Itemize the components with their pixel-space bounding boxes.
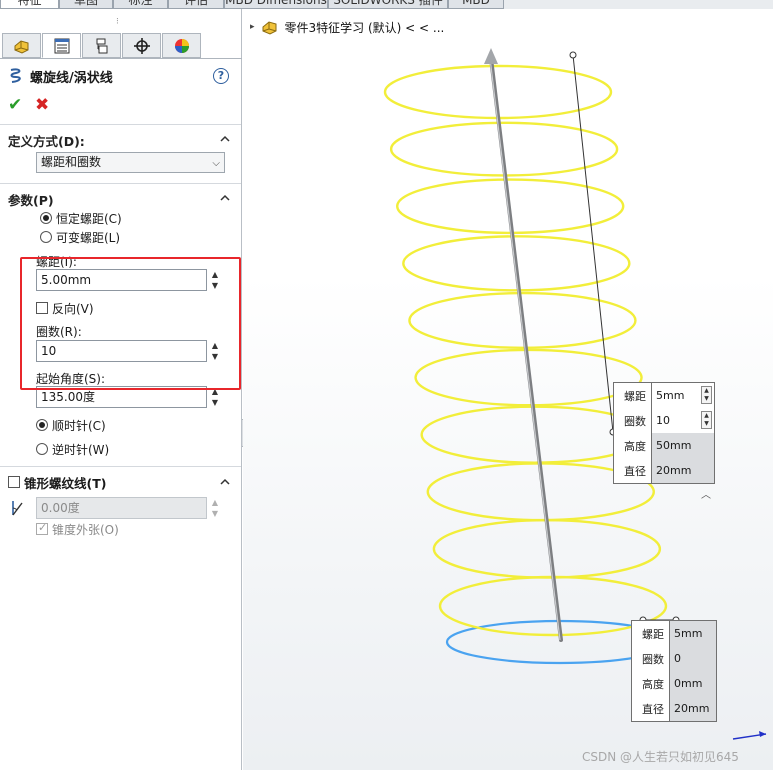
part-name: 零件3特征学习 (默认) < < ... xyxy=(284,20,445,35)
callout-key: 圈数 xyxy=(642,652,664,666)
callout-diameter-value: 20mm xyxy=(651,458,714,483)
expand-icon[interactable]: ▸ xyxy=(250,22,255,32)
axis-arrow-icon xyxy=(484,48,498,64)
callout-height-value: 50mm xyxy=(651,433,714,458)
callout-key: 直径 xyxy=(642,702,664,716)
callout-key: 螺距 xyxy=(642,627,664,641)
callout-key: 螺距 xyxy=(624,389,646,403)
callout-diameter-value: 20mm xyxy=(669,696,716,721)
helix-callout-top: 螺距 5mm ▲ ▼ 圈数 10 ▲ ▼ 高度 50mm 直径 20mm xyxy=(613,382,715,484)
callout-revolutions-value: 0 xyxy=(669,646,716,671)
callout-pitch-value: 5mm xyxy=(669,621,716,646)
callout-spinner[interactable]: ▲ ▼ xyxy=(701,411,712,429)
callout-collapse-icon[interactable]: ︿ xyxy=(701,486,711,501)
watermark: CSDN @人生若只如初见645 xyxy=(582,750,739,764)
triad-arrow-icon xyxy=(759,731,766,737)
callout-height-value: 0mm xyxy=(669,671,716,696)
flyout-feature-tree[interactable]: ▸ 零件3特征学习 (默认) < < ... xyxy=(250,18,444,36)
callout-key: 圈数 xyxy=(624,414,646,428)
callout-key: 高度 xyxy=(642,677,664,691)
helix-callout-bottom: 螺距 5mm 圈数 0 高度 0mm 直径 20mm xyxy=(631,620,717,722)
part-icon xyxy=(262,21,277,35)
helix-axis xyxy=(489,56,563,642)
callout-anchor-point xyxy=(569,51,577,59)
helix-axis-highlight xyxy=(489,57,561,641)
callout-key: 直径 xyxy=(624,464,646,478)
callout-spinner[interactable]: ▲ ▼ xyxy=(701,386,712,404)
callout-key: 高度 xyxy=(624,439,646,453)
callout-leader-top xyxy=(572,54,614,433)
